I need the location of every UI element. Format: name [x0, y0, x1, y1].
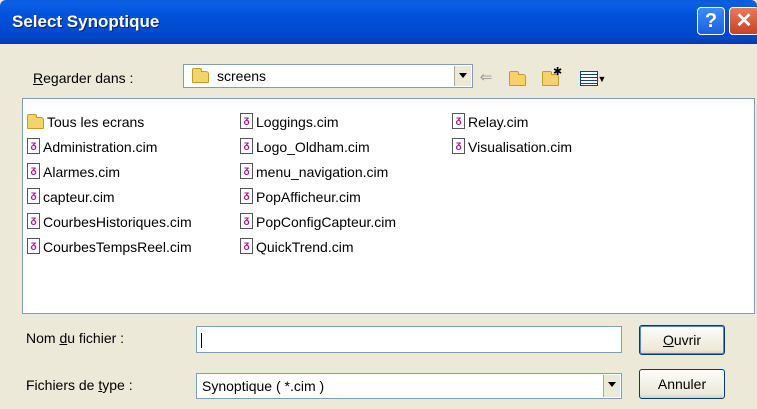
cim-file-icon: ᵹ	[27, 163, 40, 179]
filename-label: Nom du fichier :	[26, 330, 125, 346]
cim-file-icon: ᵹ	[240, 188, 253, 204]
list-item[interactable]: ᵹ Visualisation.cim	[452, 138, 572, 163]
cim-file-icon: ᵹ	[240, 213, 253, 229]
close-button[interactable]: ✕	[729, 7, 757, 35]
lookin-label: Regarder dans :	[33, 70, 134, 86]
chevron-down-icon[interactable]	[603, 375, 620, 397]
file-list[interactable]: Tous les ecrans ᵹ Administration.cim ᵹ Ala…	[22, 98, 755, 314]
filetype-label: Fichiers de type :	[26, 377, 133, 393]
cancel-button[interactable]: Annuler	[639, 369, 725, 399]
list-item[interactable]: Tous les ecrans	[27, 113, 192, 138]
list-item[interactable]: ᵹ CourbesHistoriques.cim	[27, 213, 192, 238]
list-item[interactable]: ᵹ PopAfficheur.cim	[240, 188, 396, 213]
help-button[interactable]: ?	[697, 7, 725, 35]
cim-file-icon: ᵹ	[240, 238, 253, 254]
folder-icon	[192, 68, 209, 83]
cim-file-icon: ᵹ	[240, 138, 253, 154]
cim-file-icon: ᵹ	[452, 113, 465, 129]
title-bar[interactable]: Select Synoptique ? ✕	[0, 0, 757, 44]
chevron-down-icon[interactable]	[454, 66, 471, 86]
cim-file-icon: ᵹ	[240, 163, 253, 179]
filename-input[interactable]	[196, 326, 622, 353]
cim-file-icon: ᵹ	[27, 238, 40, 254]
cim-file-icon: ᵹ	[27, 138, 40, 154]
open-button[interactable]: Ouvrir	[639, 325, 725, 355]
filetype-combo[interactable]: Synoptique ( *.cim )	[196, 373, 622, 399]
list-item[interactable]: ᵹ Loggings.cim	[240, 113, 396, 138]
lookin-combo[interactable]: screens	[183, 64, 473, 88]
up-folder-icon[interactable]	[506, 67, 528, 89]
window-title: Select Synoptique	[12, 12, 160, 31]
list-item[interactable]: ᵹ CourbesTempsReel.cim	[27, 238, 192, 263]
cim-file-icon: ᵹ	[452, 138, 465, 154]
filetype-value: Synoptique ( *.cim )	[202, 378, 325, 394]
list-item[interactable]: ᵹ Relay.cim	[452, 113, 572, 138]
list-item[interactable]: ᵹ menu_navigation.cim	[240, 163, 396, 188]
back-arrow-icon[interactable]: ⇐	[476, 67, 496, 89]
cim-file-icon: ᵹ	[27, 213, 40, 229]
list-item[interactable]: ᵹ Administration.cim	[27, 138, 192, 163]
text-caret	[201, 333, 202, 348]
list-item[interactable]: ᵹ Logo_Oldham.cim	[240, 138, 396, 163]
view-menu-icon[interactable]: ▼	[576, 67, 610, 89]
folder-icon	[27, 114, 44, 129]
lookin-value: screens	[217, 68, 267, 84]
list-item[interactable]: ᵹ QuickTrend.cim	[240, 238, 396, 263]
file-column-3: ᵹ Relay.cim ᵹ Visualisation.cim	[452, 113, 572, 163]
new-folder-icon[interactable]: ✱	[538, 66, 562, 89]
file-column-1: Tous les ecrans ᵹ Administration.cim ᵹ Ala…	[27, 113, 192, 263]
file-column-2: ᵹ Loggings.cim ᵹ Logo_Oldham.cim ᵹ menu_nav…	[240, 113, 396, 263]
list-item[interactable]: ᵹ PopConfigCapteur.cim	[240, 213, 396, 238]
cim-file-icon: ᵹ	[240, 113, 253, 129]
list-item[interactable]: ᵹ Alarmes.cim	[27, 163, 192, 188]
cim-file-icon: ᵹ	[27, 188, 40, 204]
list-item[interactable]: ᵹ capteur.cim	[27, 188, 192, 213]
